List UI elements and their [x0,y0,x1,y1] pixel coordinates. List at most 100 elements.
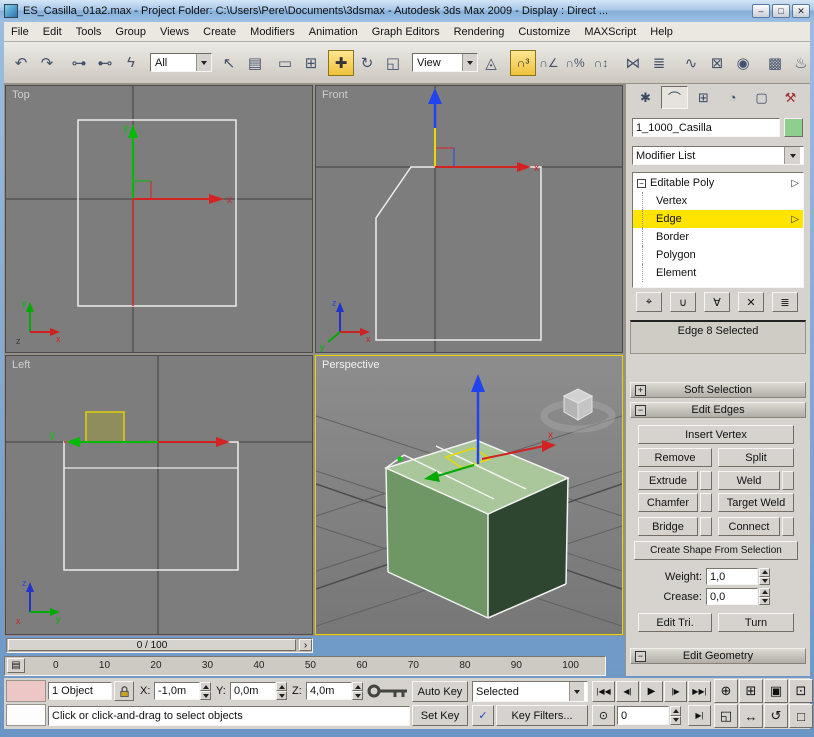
next-frame-arrow[interactable]: › [299,639,312,651]
menu-file[interactable]: File [4,22,36,42]
object-color-swatch[interactable] [784,118,803,137]
rollout-expand-icon[interactable]: + [635,385,646,396]
make-unique-icon[interactable]: ∀ [704,292,730,312]
viewport-left[interactable]: Left y z [6,356,312,634]
weight-field[interactable]: 1,0 [706,568,758,585]
z-coord-field[interactable]: 4,0m [306,682,352,700]
connect-button[interactable]: Connect [718,517,780,536]
remove-button[interactable]: Remove [638,448,712,467]
menu-tools[interactable]: Tools [69,22,109,42]
zoom-icon[interactable]: ⊕ [714,679,738,703]
set-key-button[interactable]: Set Key [412,705,468,726]
color-swatch-bottom[interactable] [6,704,46,726]
auto-key-button[interactable]: Auto Key [412,681,468,702]
dropdown-arrow-icon[interactable] [462,54,477,71]
show-end-result-icon[interactable]: ∪ [670,292,696,312]
x-coord-field[interactable]: -1,0m [154,682,200,700]
angle-snap-icon[interactable]: ∩∠ [536,50,562,76]
tab-modify[interactable]: ⌒ [661,86,688,109]
spinner-snap-icon[interactable]: ∩↕ [588,50,614,76]
color-swatch-top[interactable] [6,680,46,702]
stack-item-element[interactable]: Element [633,264,803,282]
y-coord-spinner[interactable] [276,682,287,700]
undo-icon[interactable]: ↶ [8,50,34,76]
maximize-button[interactable]: □ [772,4,790,18]
rectangular-selection-icon[interactable]: ▭ [272,50,298,76]
quick-render-icon[interactable]: ♨ [788,50,814,76]
rollout-collapse-icon[interactable]: − [635,651,646,662]
crease-spinner[interactable] [759,588,770,605]
selection-set-dropdown[interactable]: Selected [472,681,588,702]
remove-modifier-icon[interactable]: ✕ [738,292,764,312]
extrude-settings-button[interactable] [700,471,712,490]
viewport-left-label[interactable]: Left [12,359,30,371]
play-button[interactable]: ▶ [640,681,663,702]
select-and-move-icon[interactable]: ✚ [328,50,354,76]
insert-vertex-button[interactable]: Insert Vertex [638,425,794,444]
go-to-start-button[interactable]: |◀◀ [592,681,615,702]
current-frame-spinner[interactable] [670,706,681,725]
zoom-extents-all-icon[interactable]: ⊡ [789,679,813,703]
crossing-selection-icon[interactable]: ⊞ [298,50,324,76]
bridge-settings-button[interactable] [700,517,712,536]
modifier-list-dropdown[interactable]: Modifier List [632,146,804,165]
time-slider-handle[interactable]: 0 / 100 [8,639,296,651]
dropdown-arrow-icon[interactable] [784,147,800,164]
schematic-view-icon[interactable]: ⊠ [704,50,730,76]
next-frame-button[interactable]: |▶ [664,681,687,702]
viewport-front[interactable]: Front x z [316,86,622,352]
select-and-rotate-icon[interactable]: ↻ [354,50,380,76]
rollout-edit-geometry[interactable]: − Edit Geometry [630,648,806,664]
configure-modifier-sets-icon[interactable]: ≣ [772,292,798,312]
viewport-top[interactable]: Top y x y [6,86,312,352]
go-to-end-button-2[interactable]: ▶| [688,705,711,726]
render-setup-icon[interactable]: ▩ [762,50,788,76]
x-coord-spinner[interactable] [200,682,211,700]
connect-settings-button[interactable] [782,517,794,536]
arc-rotate-icon[interactable]: ↺ [764,704,788,728]
rollout-edit-edges[interactable]: − Edit Edges [630,402,806,418]
unlink-selection-icon[interactable]: ⊷ [92,50,118,76]
current-frame-field[interactable]: 0 [617,706,669,725]
bind-to-spacewarp-icon[interactable]: ϟ [118,50,144,76]
stack-item-border[interactable]: Border [633,228,803,246]
menu-customize[interactable]: Customize [511,22,577,42]
align-icon[interactable]: ≣ [646,50,672,76]
menu-graph-editors[interactable]: Graph Editors [365,22,447,42]
redo-icon[interactable]: ↷ [34,50,60,76]
set-keys-key-icon[interactable] [366,680,410,702]
edit-tri-button[interactable]: Edit Tri. [638,613,712,632]
weld-button[interactable]: Weld [718,471,780,490]
tab-display[interactable]: ▢ [748,86,775,109]
select-and-scale-icon[interactable]: ◱ [380,50,406,76]
move-gizmo[interactable]: y [50,430,230,447]
weight-spinner[interactable] [759,568,770,585]
zoom-extents-icon[interactable]: ▣ [764,679,788,703]
turn-button[interactable]: Turn [718,613,794,632]
reference-coordinate-dropdown[interactable]: View [412,53,478,72]
z-coord-spinner[interactable] [352,682,363,700]
pan-icon[interactable]: ↔ [739,704,763,728]
maximize-viewport-icon[interactable]: □ [789,704,813,728]
select-and-link-icon[interactable]: ⊶ [66,50,92,76]
bridge-button[interactable]: Bridge [638,517,698,536]
viewport-perspective-label[interactable]: Perspective [322,359,379,371]
tab-hierarchy[interactable]: ⊞ [690,86,717,109]
viewport-top-label[interactable]: Top [12,89,30,101]
key-filters-button[interactable]: Key Filters... [496,705,588,726]
curve-editor-icon[interactable]: ∿ [678,50,704,76]
move-gizmo[interactable]: x [428,88,539,174]
target-weld-button[interactable]: Target Weld [718,493,794,512]
menu-maxscript[interactable]: MAXScript [577,22,643,42]
menu-modifiers[interactable]: Modifiers [243,22,302,42]
key-mode-toggle-icon[interactable]: ⊙ [592,705,615,726]
dropdown-arrow-icon[interactable] [569,682,584,701]
menu-create[interactable]: Create [196,22,243,42]
menu-views[interactable]: Views [153,22,196,42]
mirror-icon[interactable]: ⋈ [620,50,646,76]
select-by-name-icon[interactable]: ▤ [242,50,268,76]
stack-item-polygon[interactable]: Polygon [633,246,803,264]
time-slider[interactable]: 0 / 100 › [6,638,313,653]
viewport-front-label[interactable]: Front [322,89,348,101]
chamfer-settings-button[interactable] [700,493,712,512]
